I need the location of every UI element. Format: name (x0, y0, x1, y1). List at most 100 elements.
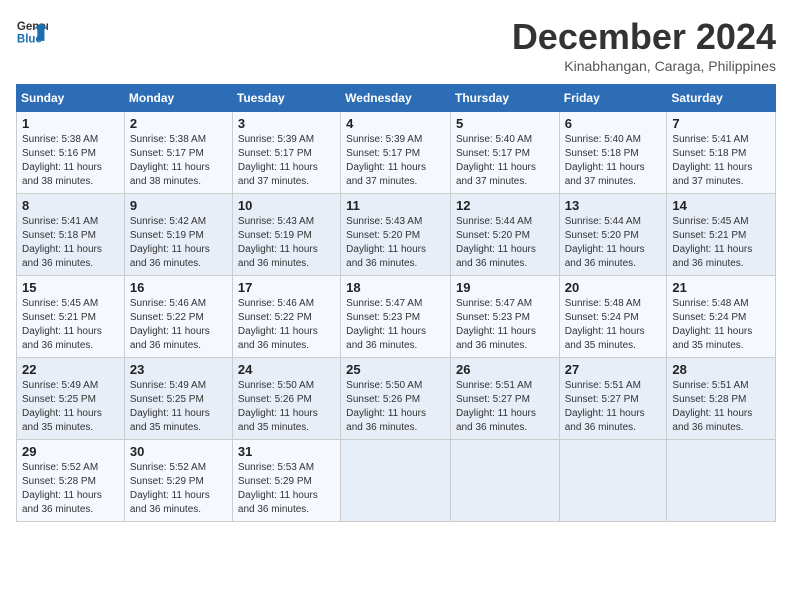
day-info: Sunrise: 5:46 AMSunset: 5:22 PMDaylight:… (130, 297, 227, 353)
table-row: 14 Sunrise: 5:45 AMSunset: 5:21 PMDaylig… (667, 194, 776, 276)
day-info: Sunrise: 5:42 AMSunset: 5:19 PMDaylight:… (130, 215, 227, 271)
table-row (450, 440, 559, 522)
logo: General Blue (16, 16, 48, 48)
day-number: 10 (238, 198, 335, 213)
calendar-week-row: 8 Sunrise: 5:41 AMSunset: 5:18 PMDayligh… (17, 194, 776, 276)
day-info: Sunrise: 5:50 AMSunset: 5:26 PMDaylight:… (346, 379, 445, 435)
day-number: 21 (672, 280, 770, 295)
table-row: 15 Sunrise: 5:45 AMSunset: 5:21 PMDaylig… (17, 276, 125, 358)
header-saturday: Saturday (667, 85, 776, 112)
table-row: 4 Sunrise: 5:39 AMSunset: 5:17 PMDayligh… (341, 112, 451, 194)
table-row: 28 Sunrise: 5:51 AMSunset: 5:28 PMDaylig… (667, 358, 776, 440)
day-number: 20 (565, 280, 662, 295)
day-info: Sunrise: 5:44 AMSunset: 5:20 PMDaylight:… (456, 215, 554, 271)
day-info: Sunrise: 5:40 AMSunset: 5:18 PMDaylight:… (565, 133, 662, 189)
day-number: 29 (22, 444, 119, 459)
day-number: 6 (565, 116, 662, 131)
table-row (341, 440, 451, 522)
day-number: 7 (672, 116, 770, 131)
day-info: Sunrise: 5:41 AMSunset: 5:18 PMDaylight:… (672, 133, 770, 189)
day-number: 31 (238, 444, 335, 459)
table-row: 3 Sunrise: 5:39 AMSunset: 5:17 PMDayligh… (232, 112, 340, 194)
header-thursday: Thursday (450, 85, 559, 112)
calendar-week-row: 29 Sunrise: 5:52 AMSunset: 5:28 PMDaylig… (17, 440, 776, 522)
day-info: Sunrise: 5:39 AMSunset: 5:17 PMDaylight:… (238, 133, 335, 189)
table-row: 29 Sunrise: 5:52 AMSunset: 5:28 PMDaylig… (17, 440, 125, 522)
table-row: 27 Sunrise: 5:51 AMSunset: 5:27 PMDaylig… (559, 358, 667, 440)
day-number: 8 (22, 198, 119, 213)
day-number: 1 (22, 116, 119, 131)
day-number: 12 (456, 198, 554, 213)
day-number: 16 (130, 280, 227, 295)
day-number: 2 (130, 116, 227, 131)
table-row: 21 Sunrise: 5:48 AMSunset: 5:24 PMDaylig… (667, 276, 776, 358)
day-number: 9 (130, 198, 227, 213)
day-info: Sunrise: 5:41 AMSunset: 5:18 PMDaylight:… (22, 215, 119, 271)
table-row: 8 Sunrise: 5:41 AMSunset: 5:18 PMDayligh… (17, 194, 125, 276)
day-info: Sunrise: 5:43 AMSunset: 5:19 PMDaylight:… (238, 215, 335, 271)
day-info: Sunrise: 5:48 AMSunset: 5:24 PMDaylight:… (565, 297, 662, 353)
table-row: 30 Sunrise: 5:52 AMSunset: 5:29 PMDaylig… (124, 440, 232, 522)
table-row: 7 Sunrise: 5:41 AMSunset: 5:18 PMDayligh… (667, 112, 776, 194)
table-row: 1 Sunrise: 5:38 AMSunset: 5:16 PMDayligh… (17, 112, 125, 194)
day-info: Sunrise: 5:39 AMSunset: 5:17 PMDaylight:… (346, 133, 445, 189)
calendar-week-row: 1 Sunrise: 5:38 AMSunset: 5:16 PMDayligh… (17, 112, 776, 194)
table-row: 31 Sunrise: 5:53 AMSunset: 5:29 PMDaylig… (232, 440, 340, 522)
day-number: 30 (130, 444, 227, 459)
day-info: Sunrise: 5:45 AMSunset: 5:21 PMDaylight:… (22, 297, 119, 353)
table-row: 22 Sunrise: 5:49 AMSunset: 5:25 PMDaylig… (17, 358, 125, 440)
day-info: Sunrise: 5:51 AMSunset: 5:28 PMDaylight:… (672, 379, 770, 435)
day-number: 24 (238, 362, 335, 377)
header-wednesday: Wednesday (341, 85, 451, 112)
day-number: 19 (456, 280, 554, 295)
day-info: Sunrise: 5:44 AMSunset: 5:20 PMDaylight:… (565, 215, 662, 271)
table-row (667, 440, 776, 522)
table-row: 26 Sunrise: 5:51 AMSunset: 5:27 PMDaylig… (450, 358, 559, 440)
page-header: General Blue December 2024 Kinabhangan, … (16, 16, 776, 74)
table-row: 10 Sunrise: 5:43 AMSunset: 5:19 PMDaylig… (232, 194, 340, 276)
calendar-week-row: 15 Sunrise: 5:45 AMSunset: 5:21 PMDaylig… (17, 276, 776, 358)
day-info: Sunrise: 5:48 AMSunset: 5:24 PMDaylight:… (672, 297, 770, 353)
header-monday: Monday (124, 85, 232, 112)
day-number: 13 (565, 198, 662, 213)
table-row: 13 Sunrise: 5:44 AMSunset: 5:20 PMDaylig… (559, 194, 667, 276)
table-row: 23 Sunrise: 5:49 AMSunset: 5:25 PMDaylig… (124, 358, 232, 440)
day-info: Sunrise: 5:40 AMSunset: 5:17 PMDaylight:… (456, 133, 554, 189)
location-subtitle: Kinabhangan, Caraga, Philippines (512, 58, 776, 74)
header-tuesday: Tuesday (232, 85, 340, 112)
day-info: Sunrise: 5:47 AMSunset: 5:23 PMDaylight:… (346, 297, 445, 353)
day-info: Sunrise: 5:53 AMSunset: 5:29 PMDaylight:… (238, 461, 335, 517)
day-number: 11 (346, 198, 445, 213)
table-row (559, 440, 667, 522)
title-block: December 2024 Kinabhangan, Caraga, Phili… (512, 16, 776, 74)
day-info: Sunrise: 5:45 AMSunset: 5:21 PMDaylight:… (672, 215, 770, 271)
table-row: 6 Sunrise: 5:40 AMSunset: 5:18 PMDayligh… (559, 112, 667, 194)
day-info: Sunrise: 5:38 AMSunset: 5:17 PMDaylight:… (130, 133, 227, 189)
table-row: 16 Sunrise: 5:46 AMSunset: 5:22 PMDaylig… (124, 276, 232, 358)
day-number: 26 (456, 362, 554, 377)
logo-icon: General Blue (16, 16, 48, 48)
table-row: 20 Sunrise: 5:48 AMSunset: 5:24 PMDaylig… (559, 276, 667, 358)
table-row: 24 Sunrise: 5:50 AMSunset: 5:26 PMDaylig… (232, 358, 340, 440)
month-title: December 2024 (512, 16, 776, 58)
day-number: 28 (672, 362, 770, 377)
day-info: Sunrise: 5:50 AMSunset: 5:26 PMDaylight:… (238, 379, 335, 435)
calendar-week-row: 22 Sunrise: 5:49 AMSunset: 5:25 PMDaylig… (17, 358, 776, 440)
day-info: Sunrise: 5:43 AMSunset: 5:20 PMDaylight:… (346, 215, 445, 271)
day-number: 23 (130, 362, 227, 377)
table-row: 19 Sunrise: 5:47 AMSunset: 5:23 PMDaylig… (450, 276, 559, 358)
table-row: 18 Sunrise: 5:47 AMSunset: 5:23 PMDaylig… (341, 276, 451, 358)
day-number: 27 (565, 362, 662, 377)
day-info: Sunrise: 5:52 AMSunset: 5:29 PMDaylight:… (130, 461, 227, 517)
day-number: 14 (672, 198, 770, 213)
day-header-row: Sunday Monday Tuesday Wednesday Thursday… (17, 85, 776, 112)
day-info: Sunrise: 5:38 AMSunset: 5:16 PMDaylight:… (22, 133, 119, 189)
day-number: 25 (346, 362, 445, 377)
day-info: Sunrise: 5:51 AMSunset: 5:27 PMDaylight:… (456, 379, 554, 435)
day-info: Sunrise: 5:47 AMSunset: 5:23 PMDaylight:… (456, 297, 554, 353)
day-number: 18 (346, 280, 445, 295)
table-row: 17 Sunrise: 5:46 AMSunset: 5:22 PMDaylig… (232, 276, 340, 358)
day-info: Sunrise: 5:46 AMSunset: 5:22 PMDaylight:… (238, 297, 335, 353)
header-friday: Friday (559, 85, 667, 112)
table-row: 2 Sunrise: 5:38 AMSunset: 5:17 PMDayligh… (124, 112, 232, 194)
